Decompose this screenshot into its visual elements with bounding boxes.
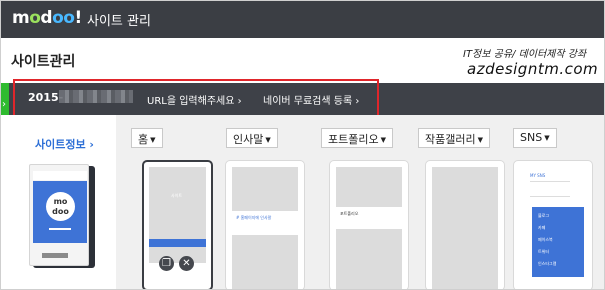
caret-down-icon: ▼: [265, 136, 271, 144]
app-title: 사이트 관리: [87, 14, 151, 29]
watermark-caption: IT정보 공유/ 데이터제작 강좌: [463, 49, 587, 60]
site-book-thumbnail[interactable]: mo doo: [29, 164, 95, 268]
book-logo: mo doo: [46, 192, 75, 221]
page-title: 사이트관리: [11, 54, 76, 70]
book-cover: mo doo: [33, 181, 87, 243]
preview-home[interactable]: 사이트: [142, 160, 213, 289]
tab-sns[interactable]: SNS ▼: [513, 128, 557, 148]
tab-gallery[interactable]: 작품갤러리 ▼: [418, 128, 490, 148]
preview-greeting[interactable]: # 홈페이지에 인사말: [225, 160, 305, 289]
tab-home[interactable]: 홈 ▼: [131, 128, 163, 148]
close-icon[interactable]: ✕: [179, 256, 194, 271]
copy-page-icon[interactable]: ❐: [159, 256, 174, 271]
caret-down-icon: ▼: [544, 134, 550, 142]
caret-down-icon: ▼: [380, 136, 386, 144]
modoo-logo[interactable]: modoo!: [12, 8, 82, 28]
watermark-url: azdesigntm.com: [467, 60, 599, 78]
app-window: modoo! 사이트 관리 사이트관리 IT정보 공유/ 데이터제작 강좌 az…: [0, 0, 605, 290]
tab-portfolio[interactable]: 포트폴리오 ▼: [321, 128, 393, 148]
preview-sns[interactable]: MY SNS 블로그 카페 페이스북 트위터 인스타그램: [513, 160, 593, 289]
site-info-link[interactable]: 사이트정보 ›: [35, 136, 94, 152]
preview-portfolio[interactable]: 포트폴리오: [329, 160, 409, 289]
caret-down-icon: ▼: [150, 136, 156, 144]
tab-greeting[interactable]: 인사말 ▼: [226, 128, 278, 148]
chevron-right-icon: ›: [2, 99, 6, 110]
caret-down-icon: ▼: [477, 136, 483, 144]
preview-gallery[interactable]: [425, 160, 505, 289]
